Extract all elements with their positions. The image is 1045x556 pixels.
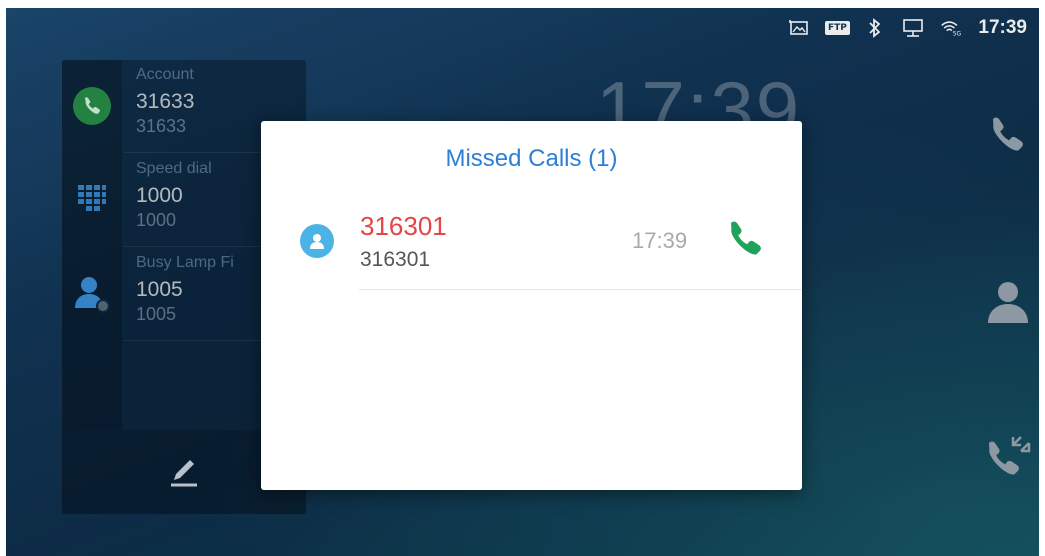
row-divider [359,289,802,290]
caller-name: 316301 [360,211,447,241]
callback-button[interactable] [719,217,771,261]
caller-number: 316301 [360,248,431,271]
call-time: 17:39 [632,228,688,253]
missed-calls-dialog: Missed Calls (1) 316301 316301 17:39 [261,121,802,490]
missed-call-row[interactable]: 316301 316301 17:39 [261,205,802,291]
phone-callback-icon [725,217,765,262]
dialog-title: Missed Calls (1) [445,145,618,172]
contact-avatar-icon [300,224,334,258]
